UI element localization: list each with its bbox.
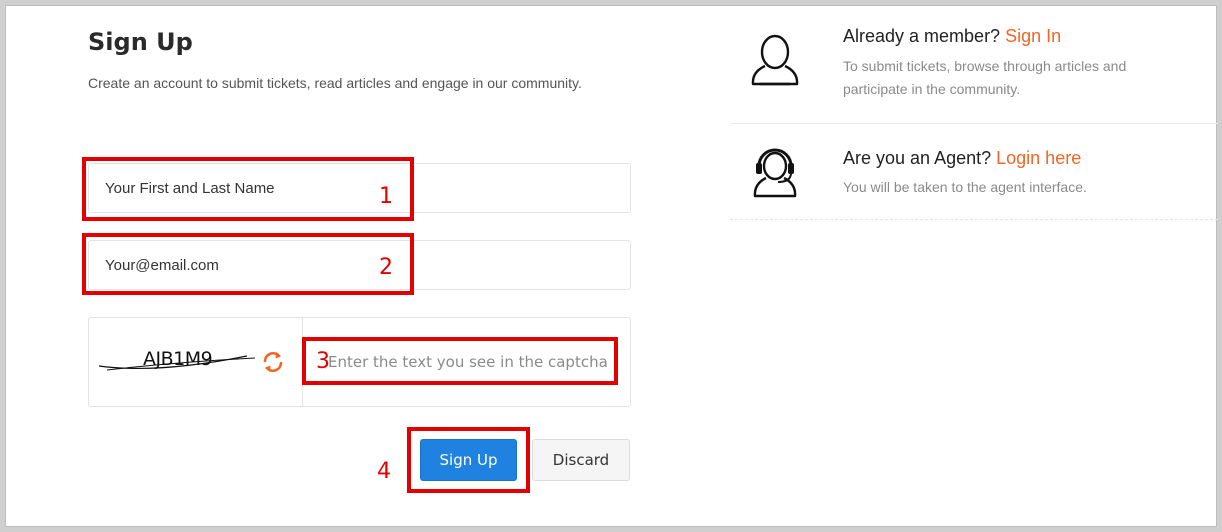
page-title: Sign Up xyxy=(88,28,193,56)
discard-button[interactable]: Discard xyxy=(532,439,630,481)
agent-heading-text: Are you an Agent? xyxy=(843,148,992,168)
email-field-wrapper xyxy=(88,240,631,290)
captcha-image: AJB1M9 xyxy=(97,344,257,378)
annotation-number-4: 4 xyxy=(377,459,391,484)
captcha-text: AJB1M9 xyxy=(143,348,213,370)
captcha-box: AJB1M9 xyxy=(88,317,631,407)
agent-login-panel: Are you an Agent? Login here You will be… xyxy=(730,124,1218,220)
agent-login-link[interactable]: Login here xyxy=(996,148,1081,168)
signup-page: Sign Up Create an account to submit tick… xyxy=(5,5,1218,527)
captcha-image-area: AJB1M9 xyxy=(89,318,303,406)
member-signin-panel: Already a member? Sign In To submit tick… xyxy=(730,6,1218,124)
refresh-captcha-icon[interactable] xyxy=(259,348,287,376)
name-field-wrapper xyxy=(88,163,631,213)
headset-agent-icon xyxy=(748,144,802,204)
user-icon xyxy=(748,32,802,92)
member-description: To submit tickets, browse through articl… xyxy=(843,58,1127,97)
email-input[interactable] xyxy=(89,241,630,289)
sign-in-link[interactable]: Sign In xyxy=(1005,26,1061,46)
member-heading-text: Already a member? xyxy=(843,26,1001,46)
signup-button[interactable]: Sign Up xyxy=(420,439,517,481)
name-input[interactable] xyxy=(89,164,630,212)
agent-description: You will be taken to the agent interface… xyxy=(843,179,1087,195)
agent-heading: Are you an Agent? Login here xyxy=(843,148,1081,169)
captcha-input[interactable] xyxy=(304,318,630,406)
page-subtitle: Create an account to submit tickets, rea… xyxy=(88,75,582,91)
member-heading: Already a member? Sign In xyxy=(843,26,1061,47)
